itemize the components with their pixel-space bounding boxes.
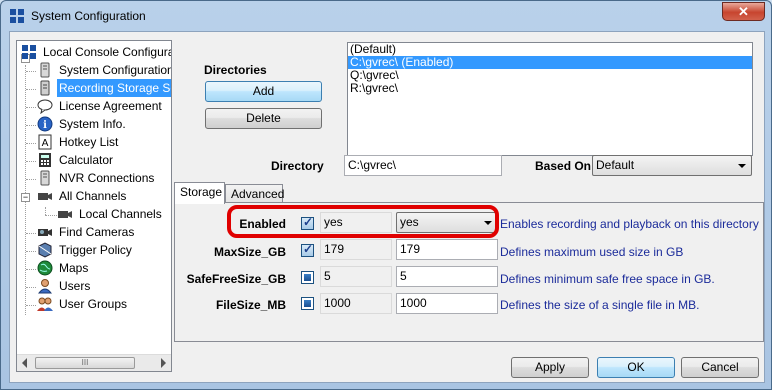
directories-heading: Directories (204, 63, 267, 77)
tree-item-recording-storage[interactable]: Recording Storage Se (37, 79, 171, 97)
tree-item-label: NVR Connections (59, 171, 155, 185)
directory-input[interactable]: C:\gvrec\ (344, 155, 502, 176)
tab-advanced[interactable]: Advanced (225, 184, 285, 204)
close-button[interactable]: ✕ (722, 2, 765, 21)
tree-item-local-console[interactable]: Local Console Configurati (21, 43, 172, 61)
apply-button[interactable]: Apply (511, 357, 589, 378)
chevron-down-icon (738, 164, 746, 168)
user-group-icon (37, 297, 53, 311)
tree-item-calculator[interactable]: Calculator (37, 151, 171, 169)
tree-item-label: Trigger Policy (59, 243, 132, 257)
title-bar[interactable]: System Configuration ✕ (1, 1, 771, 31)
prop-name-filesize: FileSize_MB (215, 298, 286, 312)
safefreesize-description: Defines minimum safe free space in GB. (500, 272, 715, 286)
server-icon (40, 170, 50, 186)
directory-label: Directory (271, 159, 324, 173)
add-button[interactable]: Add (205, 81, 322, 102)
tree-item-label: Users (59, 279, 91, 293)
ok-button[interactable]: OK (597, 357, 675, 378)
tree-item-label: License Agreement (59, 99, 162, 113)
cancel-button[interactable]: Cancel (681, 357, 759, 378)
apply-button-label: Apply (534, 360, 566, 374)
all-channels-toggle[interactable]: − (21, 193, 30, 202)
safefreesize-override-checkbox[interactable] (301, 271, 314, 284)
tree-item-hotkey-list[interactable]: A Hotkey List (37, 133, 171, 151)
scroll-right-icon[interactable] (161, 358, 166, 368)
server-icon (40, 62, 50, 78)
based-on-label: Based On (535, 159, 592, 173)
safefreesize-input[interactable]: 5 (396, 266, 498, 287)
based-on-value: Default (596, 158, 635, 172)
maxsize-override-checkbox[interactable] (301, 242, 314, 257)
list-item-selected[interactable]: C:\gvrec\ (Enabled) (348, 56, 752, 69)
svg-text:A: A (42, 138, 49, 149)
tree-item-label: Find Cameras (59, 225, 135, 239)
user-icon (37, 279, 53, 294)
add-button-label: Add (252, 84, 275, 98)
tree-item-label: System Info. (59, 117, 126, 131)
filesize-input[interactable]: 1000 (396, 293, 498, 314)
filesize-override-checkbox[interactable] (301, 297, 314, 310)
tree-item-nvr-connections[interactable]: NVR Connections (37, 169, 171, 187)
cancel-button-label: Cancel (701, 360, 739, 374)
highlight-annotation-ring (227, 205, 499, 238)
globe-icon (37, 260, 53, 276)
tree-item-label: Recording Storage Se (57, 79, 171, 97)
scroll-left-icon[interactable] (22, 358, 27, 368)
tree-item-label: System Configuration (59, 63, 172, 77)
filesize-description: Defines the size of a single file in MB. (500, 298, 700, 312)
camera-icon (38, 193, 52, 200)
tree-item-label: Hotkey List (59, 135, 119, 149)
delete-button-label: Delete (246, 111, 281, 125)
navigation-tree[interactable]: − − Local Console Configurati Sys (16, 40, 172, 372)
tree-item-label: Calculator (59, 153, 114, 167)
list-item[interactable]: Q:\gvrec\ (348, 69, 752, 82)
prop-name-safefreesize: SafeFreeSize_GB (186, 272, 286, 286)
trigger-icon (38, 242, 52, 258)
camera-icon (58, 211, 72, 218)
tree-item-label: Maps (59, 261, 89, 275)
list-item[interactable]: R:\gvrec\ (348, 82, 752, 95)
prop-name-maxsize: MaxSize_GB (213, 245, 286, 259)
tab-advanced-label: Advanced (231, 187, 285, 201)
maxsize-description: Defines maximum used size in GB (500, 245, 684, 259)
tree-item-license-agreement[interactable]: License Agreement (37, 97, 171, 115)
calculator-icon (39, 153, 51, 167)
directory-list[interactable]: (Default) C:\gvrec\ (Enabled) Q:\gvrec\ … (347, 42, 753, 156)
tab-storage[interactable]: Storage (174, 182, 225, 204)
tree-item-system-info[interactable]: i System Info. (37, 115, 171, 133)
enabled-description: Enables recording and playback on this d… (500, 217, 759, 231)
camera-find-icon (38, 229, 52, 236)
tree-item-system-configuration[interactable]: System Configuration (37, 61, 172, 79)
safefreesize-default-value: 5 (320, 266, 392, 287)
tree-item-all-channels[interactable]: All Channels (37, 187, 171, 205)
grid-icon (22, 45, 36, 59)
tree-item-label: User Groups (59, 297, 128, 311)
tree-item-label: Local Console Configurati (43, 45, 172, 59)
tree-horizontal-scrollbar[interactable]: III (17, 354, 171, 371)
delete-button[interactable]: Delete (205, 108, 322, 129)
based-on-select[interactable]: Default (592, 155, 752, 176)
speech-icon (37, 99, 53, 114)
info-icon: i (37, 116, 53, 132)
window-title: System Configuration (31, 9, 146, 23)
app-icon (10, 9, 24, 23)
filesize-default-value: 1000 (320, 293, 392, 314)
close-icon: ✕ (738, 4, 749, 19)
keyboard-icon: A (38, 134, 52, 150)
ok-button-label: OK (627, 360, 645, 374)
tree-item-label: All Channels (59, 189, 127, 203)
tab-storage-label: Storage (180, 185, 223, 199)
system-configuration-window: System Configuration ✕ − − Local Con (0, 0, 772, 390)
scroll-grip: III (81, 358, 89, 367)
maxsize-default-value: 179 (320, 239, 392, 260)
maxsize-input[interactable]: 179 (396, 239, 498, 260)
storage-icon (40, 80, 50, 96)
svg-text:i: i (43, 120, 47, 131)
scrollbar-thumb[interactable]: III (35, 357, 135, 369)
